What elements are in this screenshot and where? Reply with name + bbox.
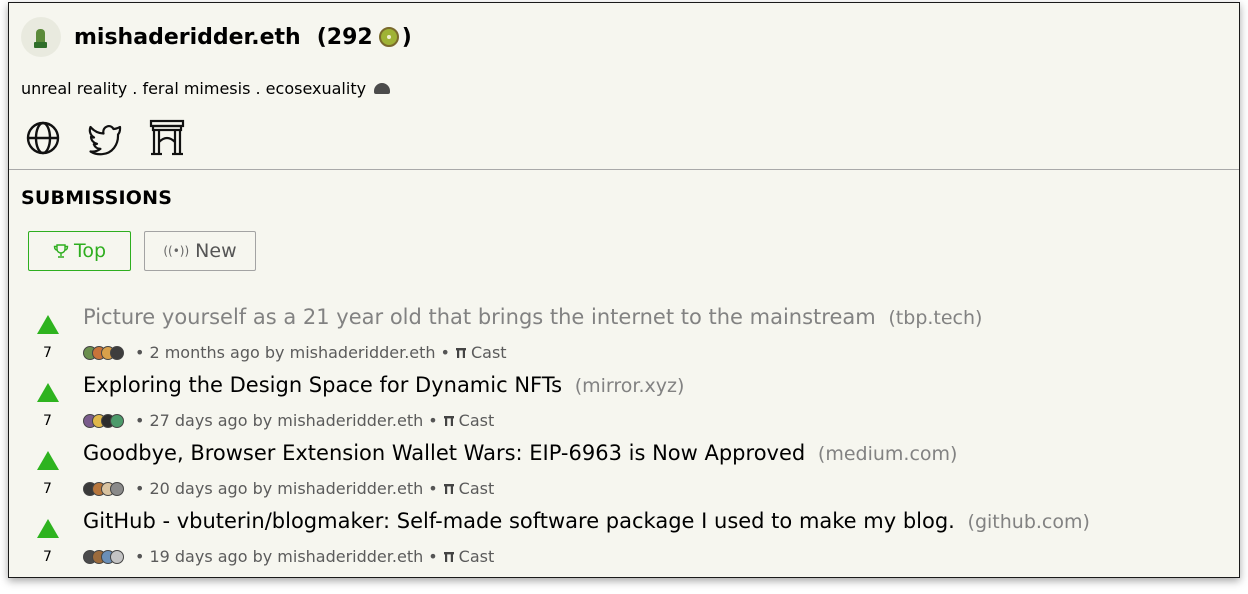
story-age-author[interactable]: 20 days ago by mishaderidder.eth — [149, 479, 423, 498]
bullet: • — [440, 343, 450, 362]
bullet: • — [135, 343, 145, 362]
upvote-arrow-icon[interactable] — [37, 451, 59, 470]
tab-new[interactable]: ((•)) New — [144, 231, 256, 271]
upvoter-avatars — [83, 481, 124, 496]
upvote-arrow-icon[interactable] — [37, 383, 59, 402]
story-list: Picture yourself as a 21 year old that b… — [37, 305, 1239, 577]
story-title-line: Picture yourself as a 21 year old that b… — [83, 305, 982, 329]
story-title-line: Goodbye, Browser Extension Wallet Wars: … — [83, 441, 957, 465]
cast-label: Cast — [470, 343, 507, 362]
cast-label: Cast — [458, 411, 495, 430]
vote-count: 7 — [43, 548, 52, 565]
vote-count: 7 — [43, 412, 52, 429]
bullet: • — [428, 479, 438, 498]
farcaster-arch-icon — [443, 415, 454, 426]
upvoter-avatar — [110, 345, 124, 360]
broadcast-icon: ((•)) — [163, 244, 190, 258]
story-item: GitHub - vbuterin/blogmaker: Self-made s… — [37, 509, 1239, 577]
bullet: • — [135, 547, 145, 566]
section-title: SUBMISSIONS — [21, 187, 173, 209]
username: mishaderidder.eth — [74, 24, 301, 50]
cast-link[interactable]: Cast — [455, 343, 507, 362]
story-title-link[interactable]: GitHub - vbuterin/blogmaker: Self-made s… — [83, 509, 955, 533]
profile-header: mishaderidder.eth (292 ) — [21, 17, 412, 57]
story-meta: 7 • 2 months ago by mishaderidder.eth • … — [43, 343, 507, 362]
story-domain[interactable]: (mirror.xyz) — [575, 375, 685, 397]
bio-text: unreal reality . feral mimesis . ecosexu… — [21, 79, 367, 98]
farcaster-arch-icon — [443, 483, 454, 494]
upvoter-avatars — [83, 413, 124, 428]
story-item: Exploring the Design Space for Dynamic N… — [37, 373, 1239, 441]
story-domain[interactable]: (tbp.tech) — [888, 307, 982, 329]
upvoter-avatar — [110, 481, 124, 496]
bullet: • — [428, 547, 438, 566]
story-domain[interactable]: (medium.com) — [818, 443, 958, 465]
vote-count: 7 — [43, 344, 52, 361]
story-age-author[interactable]: 2 months ago by mishaderidder.eth — [149, 343, 435, 362]
farcaster-arch-icon — [455, 347, 466, 358]
sort-tabs: Top ((•)) New — [28, 231, 256, 271]
vote-count: 7 — [43, 480, 52, 497]
story-item: Goodbye, Browser Extension Wallet Wars: … — [37, 441, 1239, 509]
cast-label: Cast — [458, 547, 495, 566]
story-domain[interactable]: (github.com) — [968, 511, 1090, 533]
story-meta: 7 • 20 days ago by mishaderidder.eth • C… — [43, 479, 494, 498]
story-title-line: GitHub - vbuterin/blogmaker: Self-made s… — [83, 509, 1090, 533]
trophy-icon — [53, 244, 69, 258]
upvoter-avatars — [83, 549, 124, 564]
upvote-arrow-icon[interactable] — [37, 315, 59, 334]
bullet: • — [428, 411, 438, 430]
story-title-line: Exploring the Design Space for Dynamic N… — [83, 373, 684, 397]
upvoter-avatar — [110, 549, 124, 564]
kiwi-icon — [378, 27, 399, 47]
story-title-link[interactable]: Goodbye, Browser Extension Wallet Wars: … — [83, 441, 805, 465]
farcaster-arch-icon[interactable] — [147, 118, 187, 158]
cast-link[interactable]: Cast — [443, 479, 495, 498]
upvote-arrow-icon[interactable] — [37, 519, 59, 538]
cast-link[interactable]: Cast — [443, 411, 495, 430]
avatar[interactable] — [21, 17, 61, 57]
profile-links — [23, 118, 187, 158]
rock-icon — [374, 83, 391, 94]
story-age-author[interactable]: 27 days ago by mishaderidder.eth — [149, 411, 423, 430]
story-age-author[interactable]: 19 days ago by mishaderidder.eth — [149, 547, 423, 566]
bullet: • — [135, 479, 145, 498]
farcaster-arch-icon — [443, 551, 454, 562]
story-meta: 7 • 27 days ago by mishaderidder.eth • C… — [43, 411, 494, 430]
upvoter-avatar — [110, 413, 124, 428]
tab-top[interactable]: Top — [28, 231, 131, 271]
tab-top-label: Top — [73, 240, 107, 262]
cast-link[interactable]: Cast — [443, 547, 495, 566]
profile-page: mishaderidder.eth (292 ) unreal reality … — [8, 2, 1240, 578]
cactus-pot — [34, 42, 47, 48]
tab-new-label: New — [195, 240, 237, 262]
karma-score: (292 ) — [317, 25, 412, 50]
twitter-bird-icon[interactable] — [85, 118, 125, 158]
karma-score-close: ) — [401, 24, 412, 50]
story-item: Picture yourself as a 21 year old that b… — [37, 305, 1239, 373]
karma-score-value: (292 — [316, 24, 373, 50]
story-meta: 7 • 19 days ago by mishaderidder.eth • C… — [43, 547, 494, 566]
bullet: • — [135, 411, 145, 430]
cast-label: Cast — [458, 479, 495, 498]
story-title-link[interactable]: Exploring the Design Space for Dynamic N… — [83, 373, 562, 397]
globe-icon[interactable] — [23, 118, 63, 158]
upvoter-avatars — [83, 345, 124, 360]
story-title-link[interactable]: Picture yourself as a 21 year old that b… — [83, 305, 876, 329]
divider — [9, 169, 1239, 170]
bio: unreal reality . feral mimesis . ecosexu… — [21, 79, 391, 98]
